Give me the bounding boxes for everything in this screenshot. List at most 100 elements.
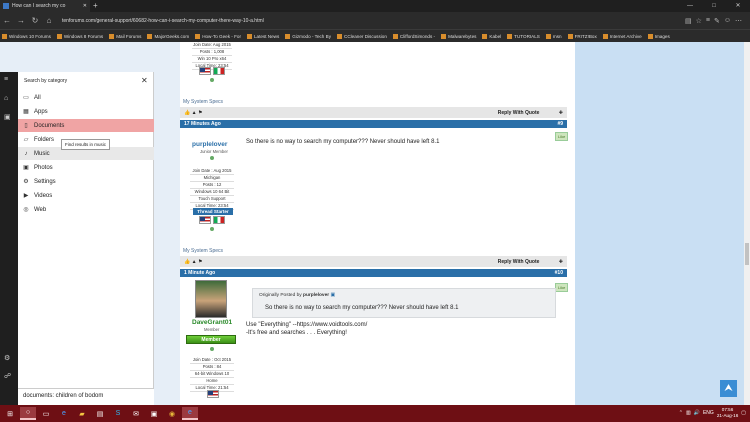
back-to-top-button[interactable]: ⮝ bbox=[720, 380, 737, 397]
warn-icon[interactable]: ▲ bbox=[192, 259, 197, 265]
edge-taskbar-icon[interactable]: e bbox=[56, 407, 72, 420]
favorite-link[interactable]: Windows 10 Forums bbox=[2, 33, 51, 39]
minimize-button[interactable]: — bbox=[678, 0, 702, 12]
tray-up-arrow-icon[interactable]: ⌃ bbox=[679, 410, 683, 416]
favorite-link[interactable]: Gizmodo - Tech By bbox=[285, 33, 331, 39]
view-post-icon[interactable]: ▣ bbox=[330, 293, 335, 298]
back-icon[interactable]: ← bbox=[0, 16, 14, 25]
favorite-link[interactable]: How-To Geek - For bbox=[195, 33, 241, 39]
clock-date: 21-Aug-16 bbox=[716, 413, 739, 418]
category-settings[interactable]: ⚙ Settings bbox=[18, 175, 154, 188]
store-icon[interactable]: ▤ bbox=[92, 407, 108, 420]
chrome-icon[interactable]: ◉ bbox=[164, 407, 180, 420]
home-icon[interactable]: ⌂ bbox=[4, 95, 8, 102]
scrollbar[interactable] bbox=[744, 42, 750, 405]
category-photos[interactable]: ▣ Photos bbox=[18, 161, 154, 174]
post-actions-bar: 👍 ▲ ⚑ Reply With Quote ✚ bbox=[180, 107, 567, 118]
home-icon[interactable]: ⌂ bbox=[42, 16, 56, 25]
favorite-link[interactable]: msn bbox=[545, 33, 562, 39]
maximize-button[interactable]: □ bbox=[702, 0, 726, 12]
language-indicator[interactable]: ENG bbox=[703, 410, 714, 416]
favorite-link[interactable]: Mail Forums bbox=[109, 33, 141, 39]
app-icon[interactable]: ▣ bbox=[146, 407, 162, 420]
category-web[interactable]: ◎ Web bbox=[18, 203, 154, 216]
close-icon[interactable]: ✕ bbox=[141, 76, 148, 85]
start-button[interactable]: ⊞ bbox=[2, 407, 18, 420]
favorite-link[interactable]: CCleaner Discussion bbox=[337, 33, 387, 39]
online-status-icon bbox=[210, 227, 214, 233]
favorite-link[interactable]: Malwarebytes bbox=[441, 33, 476, 39]
hub-icon[interactable]: ≡ bbox=[706, 17, 710, 25]
favorite-link[interactable]: CliffordSimonds - bbox=[392, 33, 435, 39]
category-documents[interactable]: ▯ Documents bbox=[18, 119, 154, 132]
system-specs-link[interactable]: My System Specs bbox=[183, 99, 223, 105]
volume-icon[interactable]: 🔊 bbox=[694, 410, 700, 416]
mail-icon[interactable]: ✉ bbox=[128, 407, 144, 420]
category-all[interactable]: ▭ All bbox=[18, 91, 154, 104]
post-number[interactable]: #9 bbox=[557, 121, 563, 127]
flag-icon bbox=[199, 67, 211, 75]
system-specs-link[interactable]: My System Specs bbox=[183, 248, 223, 254]
favorite-link[interactable]: Internet Archive bbox=[602, 33, 642, 39]
category-label: Settings bbox=[34, 178, 56, 185]
new-tab-button[interactable]: + bbox=[93, 1, 98, 11]
multi-quote-icon[interactable]: ✚ bbox=[559, 110, 563, 116]
favorite-link[interactable]: MajorGeeks.com bbox=[147, 33, 189, 39]
clock[interactable]: 07:56 21-Aug-16 bbox=[717, 407, 738, 419]
post-number[interactable]: #10 bbox=[555, 270, 563, 276]
edge-active-icon[interactable]: e bbox=[182, 407, 198, 420]
favorite-link[interactable]: Kabel bbox=[482, 33, 501, 39]
search-taskbar-button[interactable]: ○ bbox=[20, 407, 36, 420]
scrollbar-thumb[interactable] bbox=[745, 243, 749, 265]
notebook-icon[interactable]: ▣ bbox=[4, 113, 11, 121]
quote-author[interactable]: purplelover bbox=[303, 293, 329, 298]
file-explorer-icon[interactable]: ▰ bbox=[74, 407, 90, 420]
favorite-link[interactable]: Images bbox=[647, 33, 670, 39]
category-apps[interactable]: ▦ Apps bbox=[18, 105, 154, 118]
post-time: 17 Minutes Ago bbox=[184, 121, 221, 127]
favorite-icon bbox=[647, 33, 653, 39]
top-user-info: Join Date: Aug 2015 Posts : 1,008 Win 10… bbox=[192, 42, 232, 70]
web-note-icon[interactable]: ✎ bbox=[714, 17, 720, 25]
settings-gear-icon[interactable]: ⚙ bbox=[4, 354, 10, 362]
flag-icon bbox=[212, 216, 225, 224]
favorite-link[interactable]: FRITZ!Box bbox=[567, 33, 597, 39]
user-info-line: Posts : 12 bbox=[190, 182, 234, 189]
favorite-link[interactable]: Latest News bbox=[247, 33, 279, 39]
tab-close-icon[interactable]: ✕ bbox=[83, 3, 90, 9]
folder-icon: ▱ bbox=[23, 137, 29, 143]
url-field[interactable]: tenforums.com/general-support/60682-how-… bbox=[62, 18, 685, 24]
user-avatar[interactable] bbox=[195, 280, 227, 318]
task-view-icon[interactable]: ▭ bbox=[38, 407, 54, 420]
like-button[interactable]: Like bbox=[555, 132, 569, 141]
warn-icon[interactable]: ▲ bbox=[192, 110, 197, 116]
network-icon[interactable]: ▥ bbox=[686, 410, 691, 416]
category-videos[interactable]: ▶ Videos bbox=[18, 189, 154, 202]
multi-quote-icon[interactable]: ✚ bbox=[559, 259, 563, 265]
close-window-button[interactable]: ✕ bbox=[726, 0, 750, 12]
search-input[interactable]: documents: children of bodom bbox=[18, 388, 154, 405]
favorite-link[interactable]: Windows 8 Forums bbox=[56, 33, 103, 39]
action-center-icon[interactable]: ▢ bbox=[741, 410, 746, 416]
reply-with-quote-button[interactable]: Reply With Quote bbox=[498, 259, 540, 265]
more-icon[interactable]: ⋯ bbox=[735, 17, 742, 25]
forward-icon[interactable]: → bbox=[14, 16, 28, 25]
like-button[interactable]: Like bbox=[555, 283, 569, 292]
like-icon[interactable]: 👍 bbox=[184, 259, 190, 265]
favorite-star-icon[interactable]: ☆ bbox=[696, 17, 702, 25]
report-icon[interactable]: ⚑ bbox=[198, 259, 202, 265]
skype-icon[interactable]: S bbox=[110, 407, 126, 420]
feedback-icon[interactable]: ☍ bbox=[4, 372, 11, 380]
share-icon[interactable]: ☺ bbox=[724, 17, 731, 25]
browser-tab[interactable]: How can I search my co ✕ bbox=[0, 0, 90, 12]
username-link[interactable]: DaveGrant01 bbox=[192, 319, 232, 326]
report-icon[interactable]: ⚑ bbox=[198, 110, 202, 116]
favorite-link[interactable]: TUTORIALS bbox=[507, 33, 540, 39]
reply-with-quote-button[interactable]: Reply With Quote bbox=[498, 110, 540, 116]
username-link[interactable]: purplelover bbox=[192, 141, 227, 148]
reading-view-icon[interactable]: ▤ bbox=[685, 17, 692, 25]
hamburger-menu-icon[interactable]: ≡ bbox=[4, 76, 8, 83]
category-label: Apps bbox=[34, 108, 48, 115]
refresh-icon[interactable]: ↻ bbox=[28, 16, 42, 25]
like-icon[interactable]: 👍 bbox=[184, 110, 190, 116]
